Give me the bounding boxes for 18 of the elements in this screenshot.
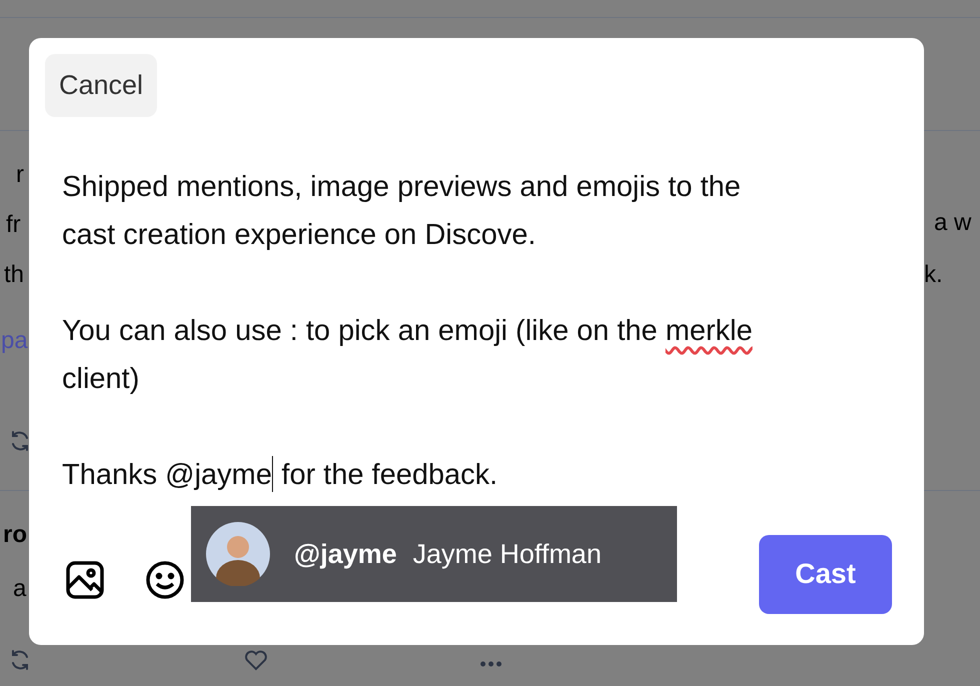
image-icon[interactable] <box>65 560 105 600</box>
more-icon[interactable] <box>480 661 502 667</box>
emoji-icon[interactable] <box>145 560 185 600</box>
mention-handle: @jayme <box>294 538 397 570</box>
post-text: ro <box>3 520 27 550</box>
cast-text-field[interactable]: Shipped mentions, image previews and emojis to the cast creation experience on Discove. You can also use : to pick an emoji (like on the merkle client) Thanks @jayme for the feedback. <box>62 163 782 499</box>
post-text: th <box>4 260 24 290</box>
cancel-button[interactable]: Cancel <box>45 54 158 117</box>
mention-name: Jayme Hoffman <box>412 538 602 570</box>
post-text: a w <box>934 208 972 238</box>
heart-icon[interactable] <box>244 649 268 671</box>
post-text: k. <box>924 260 943 290</box>
post-text: r <box>16 160 24 190</box>
post-text: a <box>13 574 26 604</box>
cast-button[interactable]: Cast <box>759 534 892 614</box>
avatar <box>206 522 270 586</box>
mention-suggestion[interactable]: @jayme Jayme Hoffman <box>191 506 677 602</box>
post-text: fr <box>6 210 21 240</box>
